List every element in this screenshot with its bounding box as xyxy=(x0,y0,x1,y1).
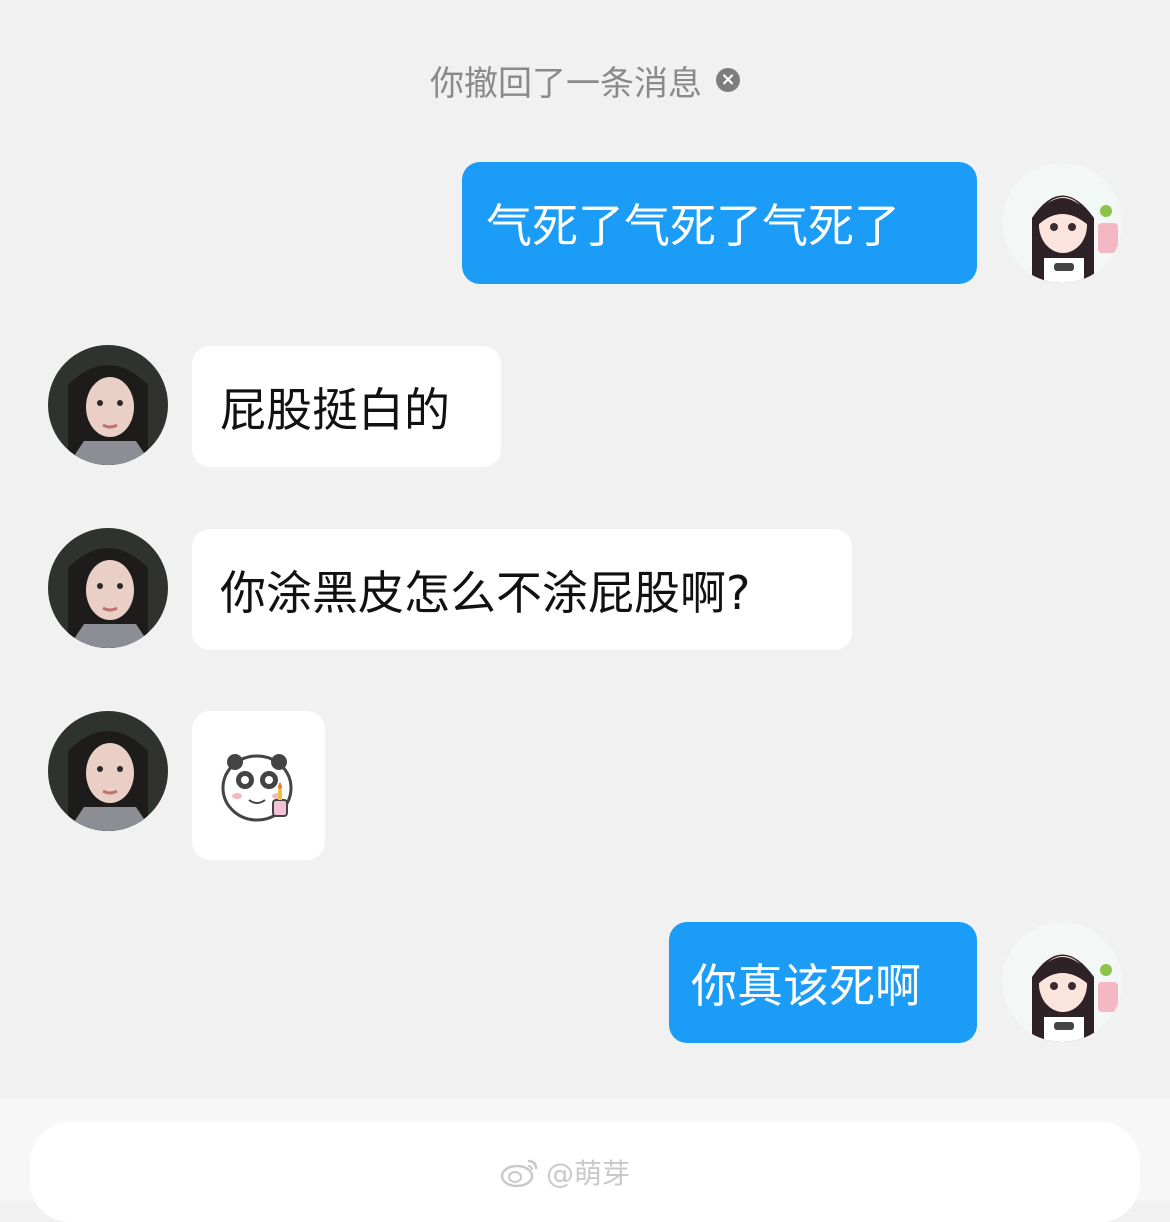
contact-avatar[interactable] xyxy=(48,345,168,465)
message-text: 你涂黑皮怎么不涂屁股啊? xyxy=(220,565,751,620)
message-text: 你真该死啊 xyxy=(691,958,921,1013)
message-text: 气死了气死了气死了 xyxy=(486,199,900,253)
message-bubble-outgoing[interactable]: 气死了气死了气死了 xyxy=(462,162,977,284)
message-bubble-outgoing[interactable]: 你真该死啊 xyxy=(669,922,977,1043)
contact-avatar[interactable] xyxy=(48,711,168,831)
recall-notice: 你撤回了一条消息 × xyxy=(0,52,1170,108)
panda-sticker-icon xyxy=(221,753,292,821)
contact-avatar[interactable] xyxy=(48,528,168,648)
my-avatar[interactable] xyxy=(1002,922,1122,1042)
watermark-text: @萌芽 xyxy=(546,1157,631,1190)
recall-notice-text: 你撤回了一条消息 xyxy=(430,63,702,104)
weibo-logo-icon xyxy=(500,1159,538,1187)
message-bubble-incoming[interactable]: 你涂黑皮怎么不涂屁股啊? xyxy=(192,529,852,650)
message-bubble-incoming[interactable]: 屁股挺白的 xyxy=(192,346,501,467)
my-avatar[interactable] xyxy=(1002,163,1122,283)
watermark: @萌芽 xyxy=(500,1150,630,1194)
close-icon[interactable]: × xyxy=(716,68,740,92)
sticker-bubble[interactable] xyxy=(192,711,325,860)
message-text: 屁股挺白的 xyxy=(220,382,450,437)
